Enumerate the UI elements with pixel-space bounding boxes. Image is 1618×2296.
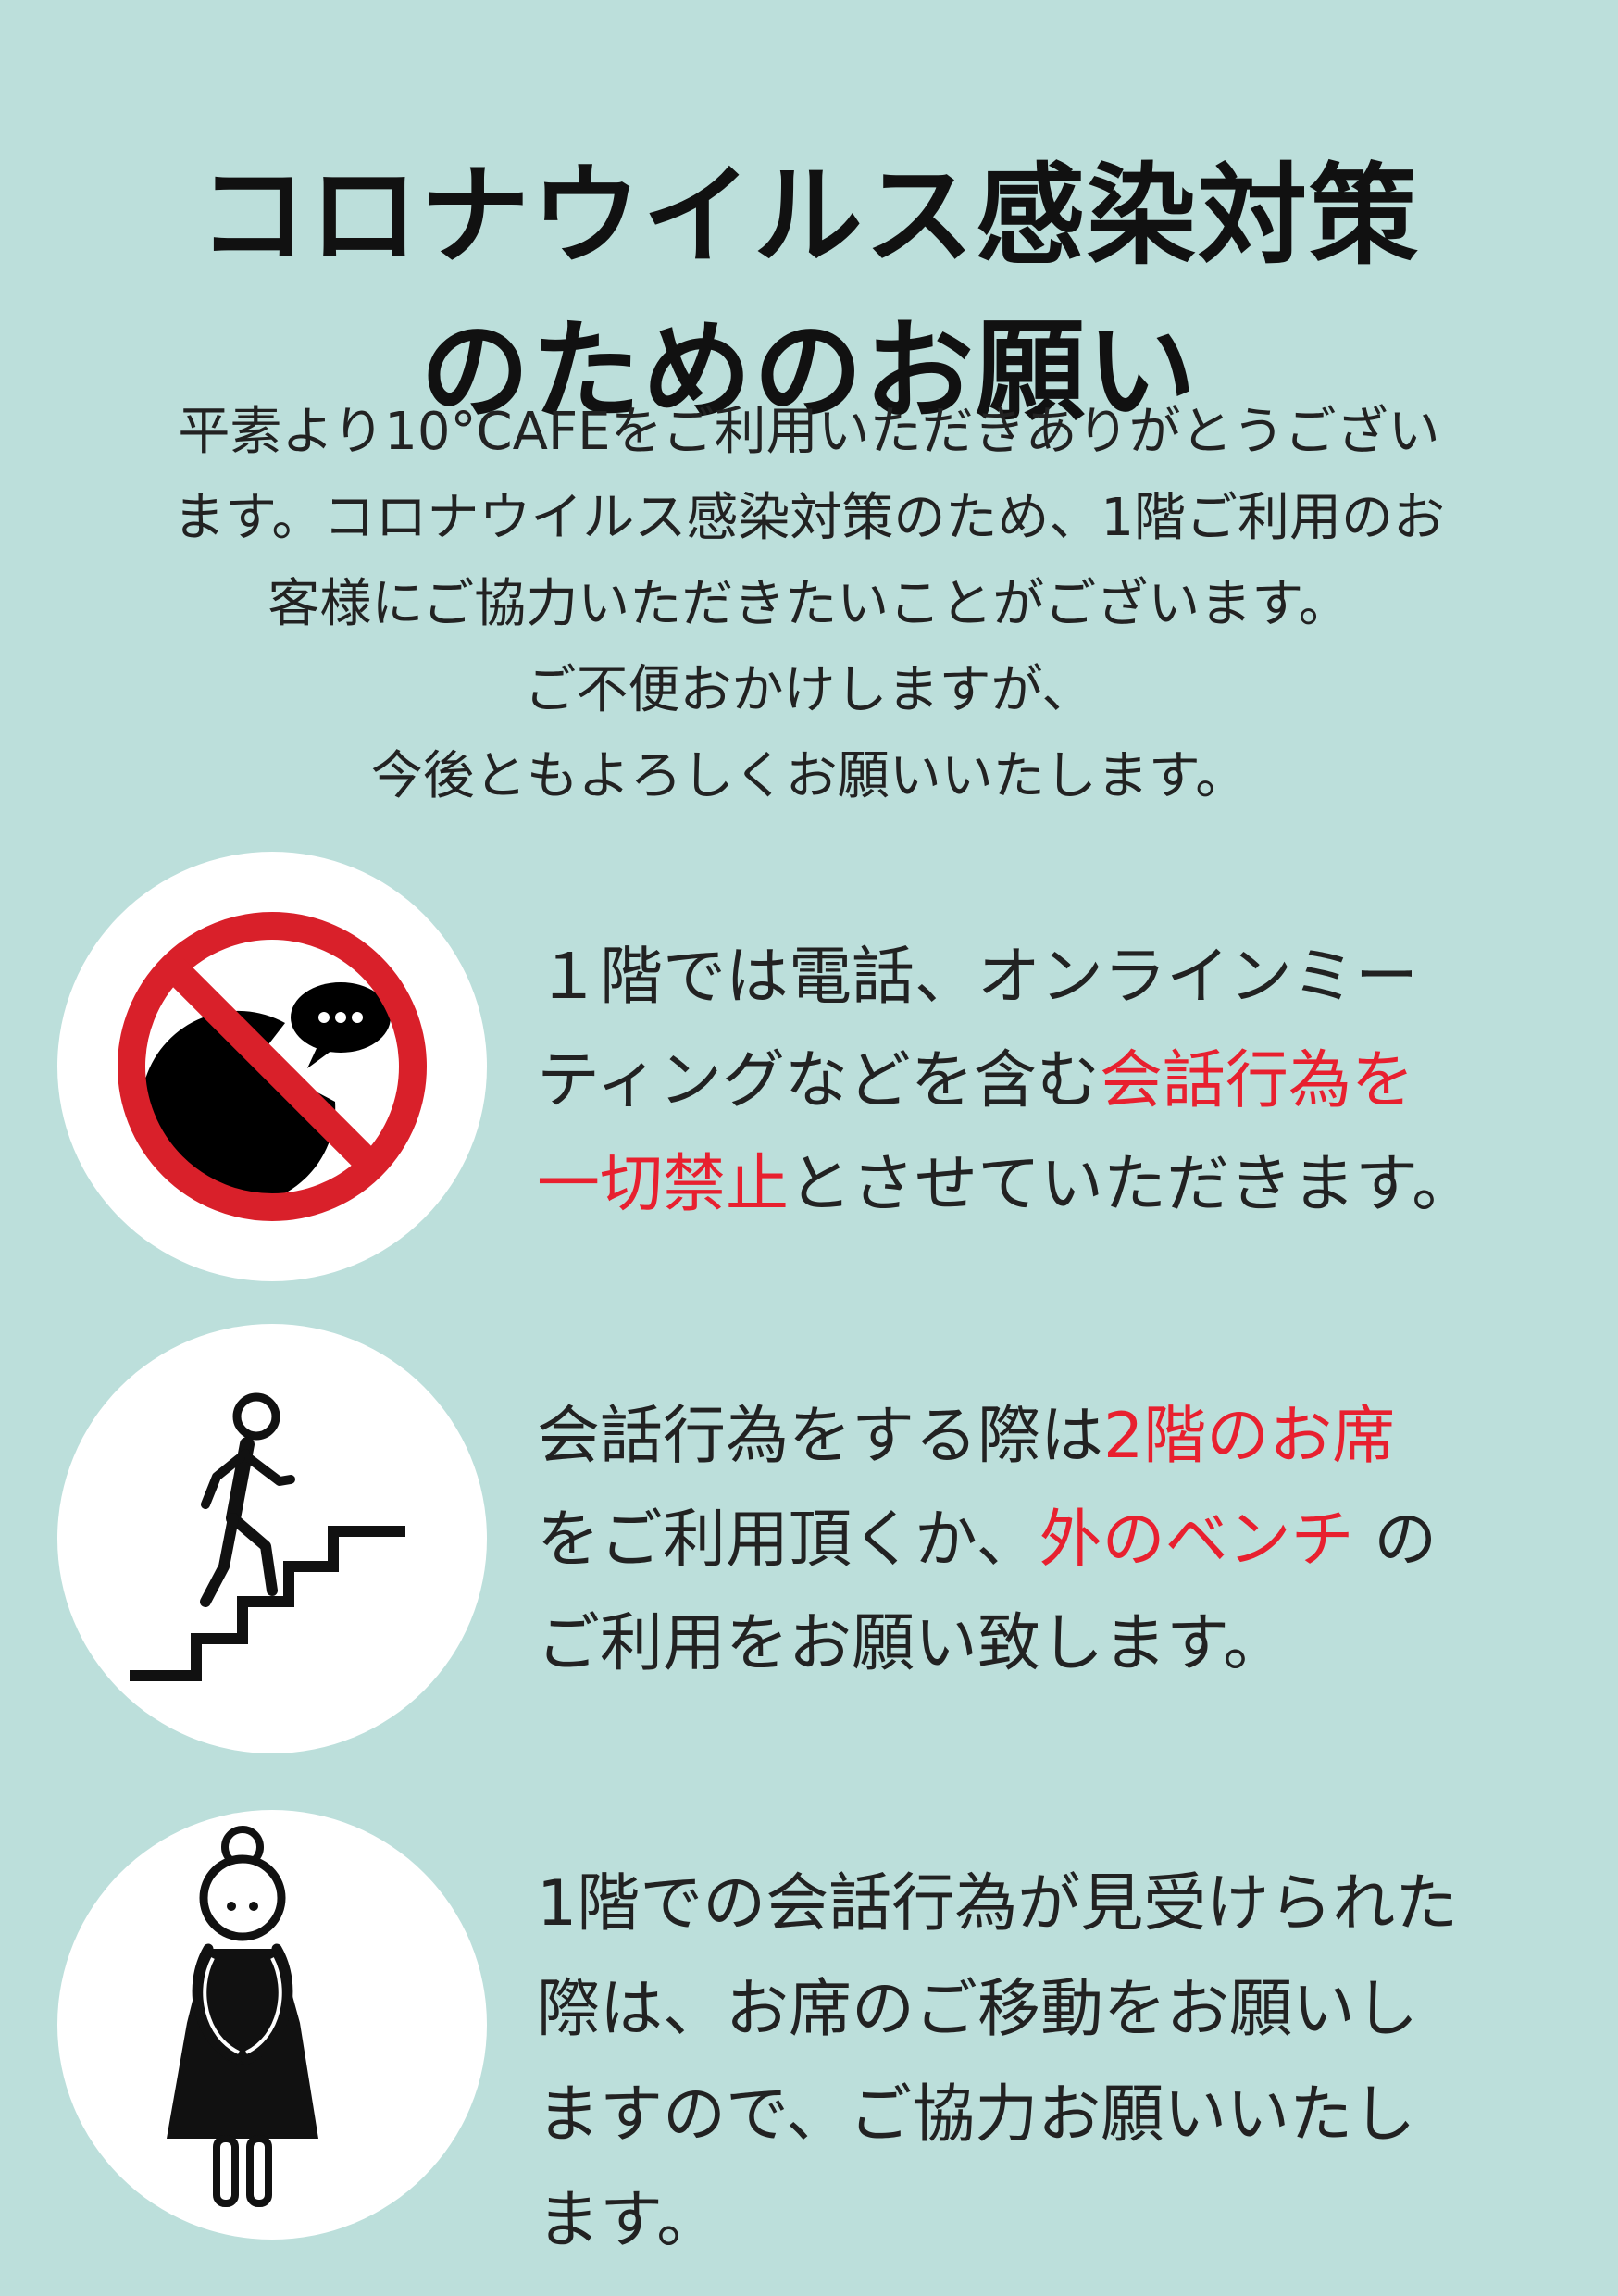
- body-text: ますので、ご協力お願いいたし: [537, 2078, 1416, 2152]
- highlight-text: 一切禁止: [537, 1148, 790, 1221]
- no-talking-icon-circle: [57, 852, 487, 1281]
- body-text: 会話行為をする際は: [537, 1400, 1104, 1473]
- item-text-line: ますので、ご協力お願いいたし: [537, 2063, 1574, 2168]
- intro-line: ます。コロナウイルス感染対策のため、1階ご利用のお: [172, 488, 1446, 548]
- intro-paragraph: 平素より10°CAFEをご利用いただきありがとうござい ます。コロナウイルス感染…: [74, 389, 1544, 819]
- body-text: 際は、お席のご移動をお願いし: [537, 1973, 1419, 2046]
- stairs-walker-icon: [130, 1392, 405, 1681]
- item-text-line: 会話行為をする際は2階のお席: [537, 1385, 1574, 1489]
- item-text-line: １階では電話、オンラインミー: [537, 926, 1574, 1029]
- body-text: の: [1353, 1504, 1438, 1577]
- body-text: 1階での会話行為が見受けられた: [537, 1867, 1459, 1940]
- item-text-line: ご利用をお願い致します。: [537, 1592, 1574, 1696]
- item-text-line: 一切禁止とさせていただきます。: [537, 1133, 1574, 1237]
- item-3-text: 1階での会話行為が見受けられた 際は、お席のご移動をお願いし ますので、ご協力お願い…: [537, 1852, 1574, 2274]
- body-text: ます。: [537, 2184, 720, 2257]
- item-text-line: ます。: [537, 2168, 1574, 2274]
- item-text-line: 1階での会話行為が見受けられた: [537, 1852, 1574, 1957]
- item-text-line: 際は、お席のご移動をお願いし: [537, 1957, 1574, 2063]
- highlight-text: 会話行為を: [1099, 1044, 1414, 1117]
- bowing-staff-icon: [167, 1826, 318, 2207]
- item-text-line: をご利用頂くか、外のベンチ の: [537, 1489, 1574, 1592]
- intro-line: 客様にご協力いただきたいことがございます。: [268, 574, 1350, 634]
- title-line-1: コロナウイルス感染対策: [197, 152, 1420, 281]
- intro-line: ご不便おかけしますが、: [524, 660, 1094, 720]
- stairs-walker-icon-circle: [57, 1324, 487, 1753]
- body-text: とさせていただきます。: [789, 1148, 1475, 1221]
- bowing-staff-icon-circle: [57, 1810, 487, 2240]
- body-text: ご利用をお願い致します。: [537, 1607, 1287, 1680]
- body-text: １階では電話、オンラインミー: [537, 941, 1419, 1014]
- item-text-line: ティングなどを含む会話行為を: [537, 1029, 1574, 1133]
- intro-line: 今後ともよろしくお願いいたします。: [370, 746, 1248, 806]
- highlight-text: 外のベンチ: [1039, 1504, 1354, 1577]
- body-text: ティングなどを含む: [537, 1044, 1100, 1117]
- highlight-text: 2階のお席: [1103, 1400, 1396, 1473]
- no-talking-icon: [118, 912, 427, 1221]
- item-1-text: １階では電話、オンラインミー ティングなどを含む会話行為を 一切禁止とさせていただき…: [537, 926, 1574, 1237]
- intro-line: 平素より10°CAFEをご利用いただきありがとうござい: [178, 402, 1440, 462]
- body-text: をご利用頂くか、: [537, 1504, 1039, 1577]
- item-2-text: 会話行為をする際は2階のお席 をご利用頂くか、外のベンチ のご利用をお願い致します…: [537, 1385, 1574, 1696]
